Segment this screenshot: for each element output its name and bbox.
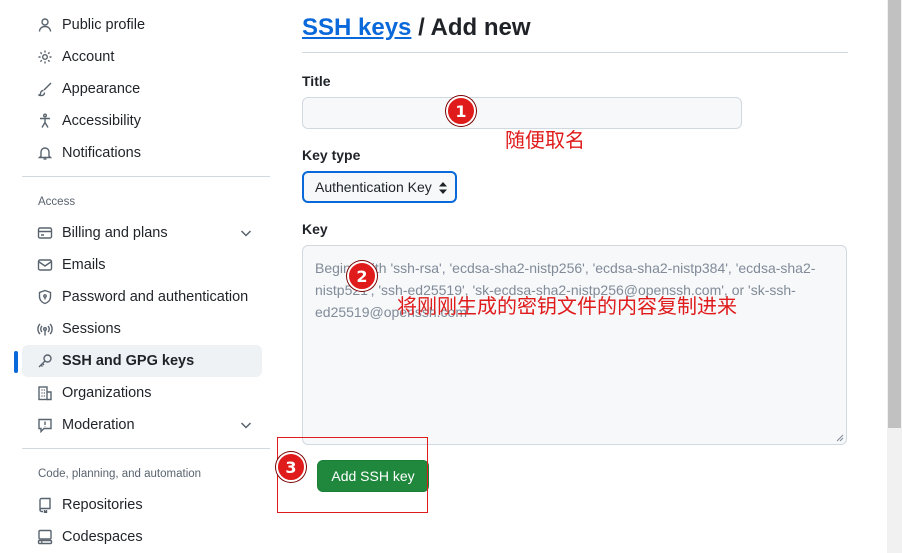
sidebar-item-label: Billing and plans [62, 225, 168, 241]
bell-icon [36, 144, 54, 162]
sidebar-item-repositories[interactable]: Repositories [22, 489, 262, 521]
resize-handle-icon[interactable] [836, 434, 844, 442]
chevron-down-icon[interactable] [238, 225, 254, 241]
annotation-badge-2: 2 [347, 261, 377, 291]
shield-lock-icon [36, 288, 54, 306]
mail-icon [36, 256, 54, 274]
select-arrows-icon [439, 182, 447, 194]
gear-icon [36, 48, 54, 66]
page-scrollbar[interactable] [887, 0, 902, 553]
sidebar-item-label: Account [62, 49, 115, 65]
sidebar-divider [22, 448, 270, 449]
sidebar-item-label: Sessions [62, 321, 121, 337]
sidebar-item-label: SSH and GPG keys [62, 353, 195, 369]
key-label: Key [302, 221, 328, 237]
sidebar-item-codespaces[interactable]: Codespaces [22, 521, 262, 553]
sidebar-item-public-profile[interactable]: Public profile [22, 9, 262, 41]
key-icon [36, 352, 54, 370]
sidebar-item-label: Codespaces [62, 529, 143, 545]
sidebar-item-label: Organizations [62, 385, 152, 401]
sidebar-item-emails[interactable]: Emails [22, 249, 262, 281]
sidebar-item-password[interactable]: Password and authentication [22, 281, 262, 313]
scrollbar-thumb[interactable] [888, 0, 901, 428]
sidebar-item-label: Moderation [62, 417, 135, 433]
sidebar-divider [22, 176, 270, 177]
page-title: SSH keys / Add new [302, 14, 531, 42]
report-icon [36, 416, 54, 434]
sidebar-item-label: Emails [62, 257, 106, 273]
sidebar-item-label: Appearance [62, 81, 141, 97]
sidebar-item-appearance[interactable]: Appearance [22, 73, 262, 105]
breadcrumb-ssh-keys-link[interactable]: SSH keys [302, 14, 411, 41]
chevron-down-icon[interactable] [238, 417, 254, 433]
sidebar-item-label: Repositories [62, 497, 143, 513]
sidebar-item-ssh-gpg-keys[interactable]: SSH and GPG keys [14, 345, 262, 377]
sidebar-item-label: Notifications [62, 145, 141, 161]
title-label: Title [302, 73, 331, 89]
key-type-label: Key type [302, 147, 361, 163]
sidebar-item-sessions[interactable]: Sessions [22, 313, 262, 345]
accessibility-icon [36, 112, 54, 130]
sidebar-item-notifications[interactable]: Notifications [22, 137, 262, 169]
sidebar-section-code: Code, planning, and automation [38, 468, 202, 480]
sidebar-item-label: Accessibility [62, 113, 141, 129]
annotation-note-1: 随便取名 [505, 128, 585, 152]
sidebar-item-billing[interactable]: Billing and plans [22, 217, 262, 249]
sidebar-item-label: Public profile [62, 17, 146, 33]
annotation-badge-3: 3 [276, 452, 306, 482]
sidebar-item-organizations[interactable]: Organizations [22, 377, 262, 409]
organization-icon [36, 384, 54, 402]
person-icon [36, 16, 54, 34]
key-type-value: Authentication Key [315, 179, 432, 195]
codespaces-icon [36, 528, 54, 546]
sidebar-item-account[interactable]: Account [22, 41, 262, 73]
credit-card-icon [36, 224, 54, 242]
title-divider [302, 52, 848, 53]
page-title-rest: / Add new [411, 14, 531, 41]
sidebar-item-accessibility[interactable]: Accessibility [22, 105, 262, 137]
key-textarea[interactable]: Begins with 'ssh-rsa', 'ecdsa-sha2-nistp… [302, 245, 847, 445]
repo-icon [36, 496, 54, 514]
sidebar-item-label: Password and authentication [62, 289, 249, 305]
key-type-select[interactable]: Authentication Key [302, 171, 457, 203]
broadcast-icon [36, 320, 54, 338]
sidebar-section-access: Access [38, 196, 76, 208]
sidebar-item-moderation[interactable]: Moderation [22, 409, 262, 441]
paintbrush-icon [36, 80, 54, 98]
annotation-badge-1: 1 [446, 96, 476, 126]
annotation-note-2: 将刚刚生成的密钥文件的内容复制进来 [397, 294, 737, 318]
